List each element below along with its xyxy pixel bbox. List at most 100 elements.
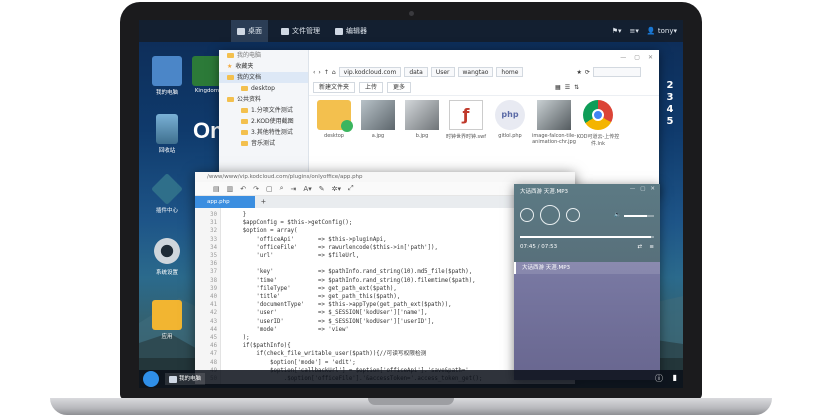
expand-icon[interactable]: ⤢	[348, 184, 354, 193]
file-item-chrome[interactable]: KOD可道云-上传控件.lnk	[575, 100, 621, 147]
desktop-icon-label: 系统设置	[155, 270, 178, 276]
pause-button[interactable]	[540, 205, 560, 225]
tab-editor[interactable]: 编辑器	[329, 20, 373, 42]
playlist-item[interactable]: 大话西游 天涯.MP3	[514, 262, 660, 274]
minimize-icon[interactable]: —	[630, 186, 636, 192]
close-icon[interactable]: ✕	[650, 186, 655, 192]
sidebar-item-test1[interactable]: 1.分项文件测试	[219, 105, 308, 116]
sidebar-item-public[interactable]: 公共资料	[219, 94, 308, 105]
list-icon[interactable]: ≡▾	[630, 27, 639, 35]
sort-icon[interactable]: ⇅	[574, 84, 579, 91]
tab-file-manager[interactable]: 文件管理	[275, 20, 326, 42]
upload-button[interactable]: 上传	[359, 82, 384, 93]
taskbar-item-my-computer[interactable]: 我的电脑	[165, 373, 206, 385]
close-icon[interactable]: ✕	[648, 54, 653, 61]
info-icon[interactable]: ⓘ	[655, 373, 663, 384]
sidebar-item-desktop[interactable]: desktop	[219, 83, 308, 94]
file-grid: desktop a.jpg b.jpg ƒ 时钟世界时钟.swf php git…	[309, 96, 659, 166]
editor-tab-app-php[interactable]: app.php	[195, 196, 255, 208]
sidebar-icon[interactable]: ▢	[266, 185, 273, 193]
next-button[interactable]	[566, 208, 580, 222]
forward-icon[interactable]: ›	[318, 69, 320, 76]
sidebar-item-label: 1.分项文件测试	[251, 107, 293, 114]
list-view-icon[interactable]: ☰	[565, 84, 570, 91]
sidebar-item-test3[interactable]: 3.其他特性测试	[219, 127, 308, 138]
desktop-icon-app[interactable]: 应用	[143, 300, 191, 340]
camera-dot	[409, 11, 414, 16]
back-icon[interactable]: ‹	[313, 69, 315, 76]
home-icon[interactable]: ⌂	[332, 69, 336, 76]
font-size-icon[interactable]: A▾	[303, 185, 311, 193]
breadcrumb-item[interactable]: User	[430, 67, 455, 77]
code-icon[interactable]: ✎	[319, 185, 325, 193]
progress-fill	[520, 236, 652, 238]
desktop-icon-settings[interactable]: 系统设置	[143, 236, 191, 276]
wrap-icon[interactable]: ⇥	[291, 185, 297, 193]
file-name: 时钟世界时钟.swf	[445, 134, 487, 140]
file-item-desktop[interactable]: desktop	[311, 100, 357, 139]
open-icon[interactable]: ▥	[227, 185, 234, 193]
grid-view-icon[interactable]: ▦	[555, 84, 561, 91]
search-icon[interactable]: ⌕	[280, 184, 284, 193]
sidebar-item-label: desktop	[251, 85, 275, 92]
loop-icon[interactable]: ⇄	[637, 244, 642, 250]
sidebar-item-test2[interactable]: 2.KOD使用截图	[219, 116, 308, 127]
playlist: 大话西游 天涯.MP3	[514, 262, 660, 380]
file-item-php[interactable]: php gitlol.php	[487, 100, 533, 139]
share-badge-icon	[341, 120, 353, 132]
sidebar-item-label: 公共资料	[237, 96, 262, 103]
previous-button[interactable]	[520, 208, 534, 222]
file-item-a-jpg[interactable]: a.jpg	[355, 100, 401, 139]
minimize-icon[interactable]: —	[620, 54, 626, 61]
progress-bar[interactable]	[520, 236, 654, 238]
save-icon[interactable]: ▤	[213, 185, 220, 193]
star-icon[interactable]: ★	[576, 69, 581, 76]
add-tab-icon[interactable]: +	[261, 196, 266, 208]
up-icon[interactable]: ↑	[324, 69, 329, 76]
new-folder-button[interactable]: 新建文件夹	[313, 82, 356, 93]
breadcrumb-item[interactable]: home	[496, 67, 524, 77]
file-item-b-jpg[interactable]: b.jpg	[399, 100, 445, 139]
sidebar-item-my-documents[interactable]: 我的文档	[219, 72, 308, 83]
user-menu[interactable]: 👤 tony▾	[647, 27, 677, 35]
computer-icon	[152, 56, 182, 86]
file-name: a.jpg	[371, 133, 385, 139]
playlist-item-label: 大话西游 天涯.MP3	[522, 265, 571, 271]
game-icon	[192, 56, 222, 86]
file-item-swf[interactable]: ƒ 时钟世界时钟.swf	[443, 100, 489, 140]
sidebar-item-favorites[interactable]: ★ 收藏夹	[219, 61, 308, 72]
editor-file-path: /www/www/vip.kodcloud.com/plugins/onlyof…	[195, 172, 575, 182]
image-thumbnail	[405, 100, 439, 130]
more-button[interactable]: 更多	[387, 82, 412, 93]
redo-icon[interactable]: ↷	[253, 185, 259, 193]
elapsed-time: 07:45	[520, 244, 536, 250]
sidebar-item-my-computer[interactable]: 我的电脑	[219, 50, 308, 61]
player-controls-panel: 大话西游 天涯.MP3 — ▢ ✕ 🔈 07:45 / 07:53 ⇄ ≡	[514, 184, 660, 262]
desktop-icon-recycle-bin[interactable]: 回收站	[143, 114, 191, 154]
breadcrumb-item[interactable]: vip.kodcloud.com	[338, 67, 402, 77]
maximize-icon[interactable]: ▢	[640, 186, 645, 192]
settings-icon[interactable]: ✲▾	[332, 185, 341, 193]
refresh-icon[interactable]: ⟳	[585, 69, 590, 76]
start-button[interactable]	[143, 371, 159, 387]
flag-icon[interactable]: ⚑▾	[612, 27, 622, 35]
folder-icon	[317, 100, 353, 132]
playlist-icon[interactable]: ≡	[649, 244, 654, 250]
undo-icon[interactable]: ↶	[240, 185, 246, 193]
file-item-image[interactable]: image-falcon-tile-animation-chr.jpg	[531, 100, 577, 145]
volume-slider[interactable]	[624, 215, 654, 217]
folder-icon	[227, 75, 234, 80]
tab-file-manager-label: 文件管理	[292, 27, 320, 35]
search-input[interactable]	[592, 67, 641, 77]
file-name: gitlol.php	[498, 133, 522, 139]
file-name: image-falcon-tile-animation-chr.jpg	[532, 133, 576, 145]
sidebar-item-music[interactable]: 音乐测试	[219, 138, 308, 149]
breadcrumb-item[interactable]: wangtao	[457, 67, 494, 77]
tab-desktop[interactable]: 桌面	[231, 20, 268, 42]
desktop-icon-plugins[interactable]: 插件中心	[143, 173, 191, 214]
tab-desktop-label: 桌面	[248, 27, 262, 35]
notification-icon[interactable]: ▮	[673, 373, 677, 382]
folder-icon	[241, 141, 248, 146]
breadcrumb-item[interactable]: data	[404, 67, 428, 77]
maximize-icon[interactable]: ▢	[634, 54, 640, 61]
